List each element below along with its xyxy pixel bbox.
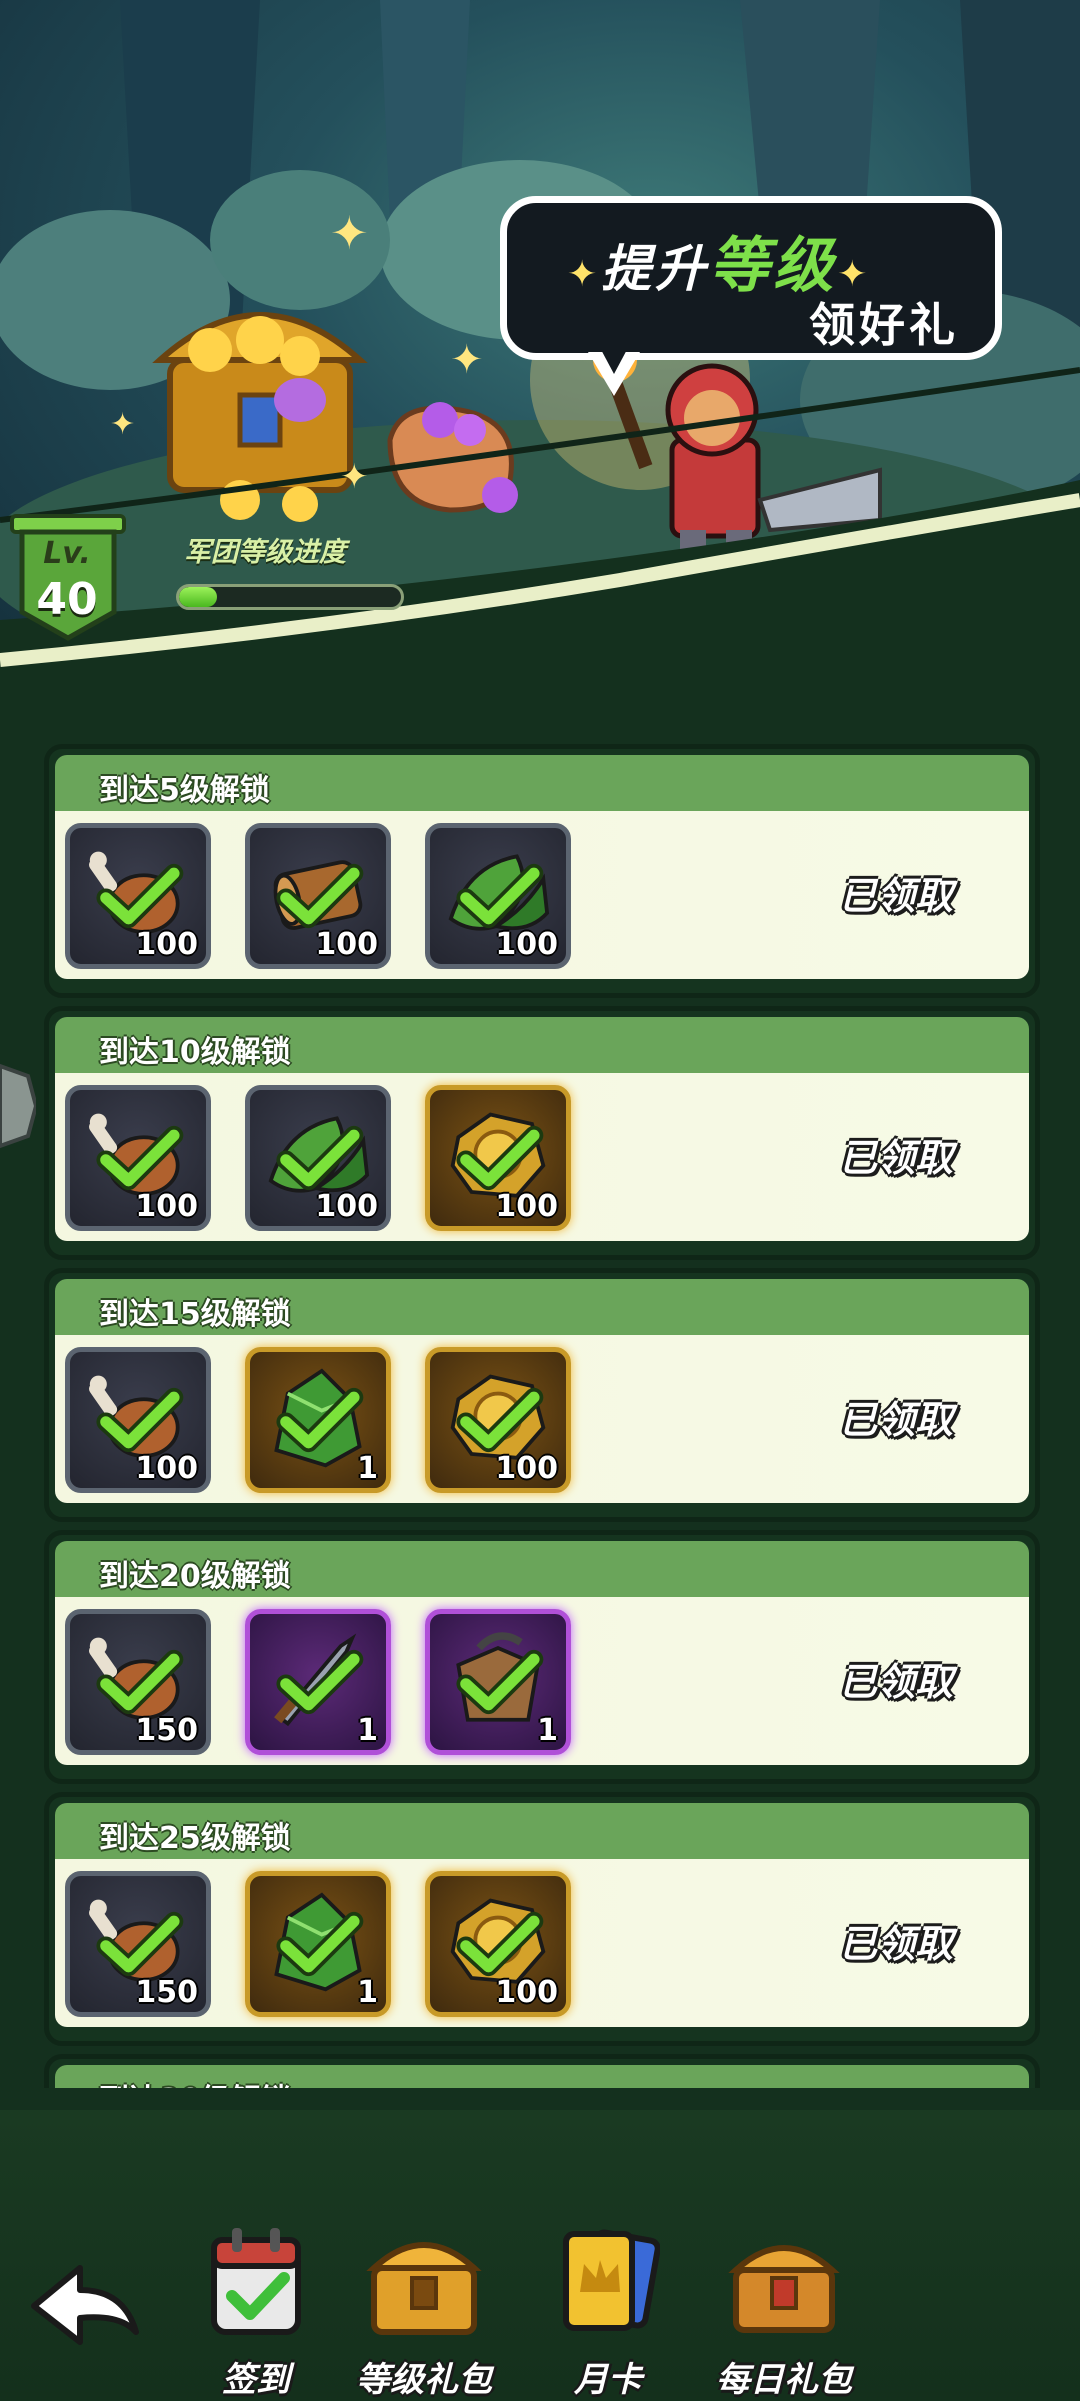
side-scroll-handle[interactable] (0, 1046, 36, 1166)
reward-item-qty: 100 (315, 1189, 378, 1224)
reward-card-body: 100 1 100 已领取 (55, 1335, 1029, 1511)
nav-level-gift[interactable]: 等级礼包 (344, 2222, 504, 2400)
reward-card: 到达20级解锁 150 1 1 已领取 (44, 1530, 1040, 1784)
reward-card-title: 到达30级解锁 (99, 2075, 291, 2088)
nav-monthly-card[interactable]: 月卡 (528, 2222, 688, 2400)
reward-item-slot[interactable]: 150 (65, 1609, 211, 1755)
reward-item-slot[interactable]: 100 (245, 823, 391, 969)
reward-card: 到达30级解锁 (44, 2054, 1040, 2088)
reward-item-qty: 100 (495, 1975, 558, 2010)
calendar-check-icon (211, 2228, 301, 2335)
reward-item-slot[interactable]: 1 (245, 1871, 391, 2017)
claimed-status: 已领取 (838, 1660, 953, 1704)
speech-bubble-tail (588, 344, 640, 396)
reward-card: 到达25级解锁 150 1 100 已领取 (44, 1792, 1040, 2046)
claimed-status: 已领取 (838, 1136, 953, 1180)
sparkle-icon: ✦ (340, 457, 369, 497)
reward-card-header: 到达25级解锁 (55, 1803, 1029, 1859)
reward-item-qty: 150 (135, 1975, 198, 2010)
legion-progress-label: 军团等级进度 (184, 537, 346, 568)
nav-level-gift-label: 等级礼包 (356, 2360, 492, 2400)
back-arrow-icon[interactable] (24, 2256, 144, 2366)
reward-item-qty: 100 (495, 927, 558, 962)
reward-card-header: 到达10级解锁 (55, 1017, 1029, 1073)
reward-card-body: 150 1 100 已领取 (55, 1859, 1029, 2035)
sparkle-icon: ✦ (110, 407, 136, 442)
reward-item-qty: 1 (357, 1713, 378, 1748)
reward-item-qty: 100 (135, 927, 198, 962)
treasure-chest-icon (366, 2242, 482, 2335)
nav-sign-in[interactable]: 签到 (176, 2222, 336, 2400)
legion-progress-fill (179, 587, 217, 607)
reward-card-header: 到达20级解锁 (55, 1541, 1029, 1597)
reward-item-qty: 100 (315, 927, 378, 962)
nav-monthly-card-label: 月卡 (574, 2360, 642, 2400)
reward-item-slot[interactable]: 100 (425, 1347, 571, 1493)
reward-card: 到达5级解锁 100 100 100 已领取 (44, 744, 1040, 998)
reward-card-header: 到达15级解锁 (55, 1279, 1029, 1335)
reward-card-body: 100 100 100 已领取 (55, 1073, 1029, 1249)
reward-item-qty: 100 (495, 1451, 558, 1486)
sparkle-icon: ✦ (450, 337, 484, 383)
claimed-status: 已领取 (838, 1398, 953, 1442)
reward-item-slot[interactable]: 100 (425, 1871, 571, 2017)
reward-card-body: 100 100 100 已领取 (55, 811, 1029, 987)
claimed-status: 已领取 (838, 1922, 953, 1966)
reward-card-title: 到达10级解锁 (99, 1035, 291, 1070)
claimed-status: 已领取 (838, 874, 953, 918)
reward-item-qty: 100 (135, 1451, 198, 1486)
bubble-prefix: 提升 (601, 240, 710, 298)
reward-item-slot[interactable]: 100 (425, 1085, 571, 1231)
level-value: 40 (36, 574, 98, 625)
reward-item-qty: 1 (357, 1975, 378, 2010)
reward-item-slot[interactable]: 100 (65, 1085, 211, 1231)
reward-card: 到达10级解锁 100 100 100 已领取 (44, 1006, 1040, 1260)
claimed-check-icon (276, 1649, 364, 1715)
reward-item-qty: 1 (357, 1451, 378, 1486)
reward-item-slot[interactable]: 100 (245, 1085, 391, 1231)
reward-item-slot[interactable]: 100 (65, 823, 211, 969)
crown-card-icon (563, 2229, 660, 2331)
reward-card-title: 到达15级解锁 (99, 1297, 291, 1332)
reward-item-slot[interactable]: 1 (425, 1609, 571, 1755)
reward-item-qty: 100 (135, 1189, 198, 1224)
treasure-chest-illustration (152, 312, 368, 522)
reward-item-slot[interactable]: 150 (65, 1871, 211, 2017)
hero-banner: ✦ ✦ ✦ ✦ ✦提升等级✦ 领好礼 Lv. 40 军团等级进度 (0, 0, 1080, 700)
level-reward-list[interactable]: 到达5级解锁 100 100 100 已领取 到达10级解锁 100 100 100 已领取 到达1… (0, 730, 1080, 2088)
reward-item-slot[interactable]: 1 (245, 1347, 391, 1493)
reward-card-title: 到达5级解锁 (99, 773, 270, 808)
reward-item-qty: 1 (537, 1713, 558, 1748)
reward-item-slot[interactable]: 1 (245, 1609, 391, 1755)
reward-item-qty: 150 (135, 1713, 198, 1748)
reward-card-header: 到达5级解锁 (55, 755, 1029, 811)
reward-item-qty: 100 (495, 1189, 558, 1224)
reward-card-body: 150 1 1 已领取 (55, 1597, 1029, 1773)
reward-card: 到达15级解锁 100 1 100 已领取 (44, 1268, 1040, 1522)
reward-card-header: 到达30级解锁 (55, 2065, 1029, 2088)
reward-card-title: 到达20级解锁 (99, 1559, 291, 1594)
nav-daily-gift[interactable]: 每日礼包 (704, 2222, 864, 2400)
legion-progress-bar (176, 584, 404, 610)
reward-card-title: 到达25级解锁 (99, 1821, 291, 1856)
level-label: Lv. (43, 536, 91, 571)
sparkle-icon: ✦ (330, 206, 369, 260)
sparkle-icon: ✦ (567, 254, 602, 295)
reward-item-slot[interactable]: 100 (65, 1347, 211, 1493)
bottom-nav: 签到 等级礼包 月卡 每日礼包 (0, 2110, 1080, 2400)
bubble-subline: 领好礼 (809, 298, 959, 352)
speech-bubble: ✦提升等级✦ 领好礼 (500, 196, 1002, 360)
daily-chest-icon (728, 2245, 840, 2333)
reward-item-slot[interactable]: 100 (425, 823, 571, 969)
nav-daily-gift-label: 每日礼包 (716, 2360, 852, 2400)
